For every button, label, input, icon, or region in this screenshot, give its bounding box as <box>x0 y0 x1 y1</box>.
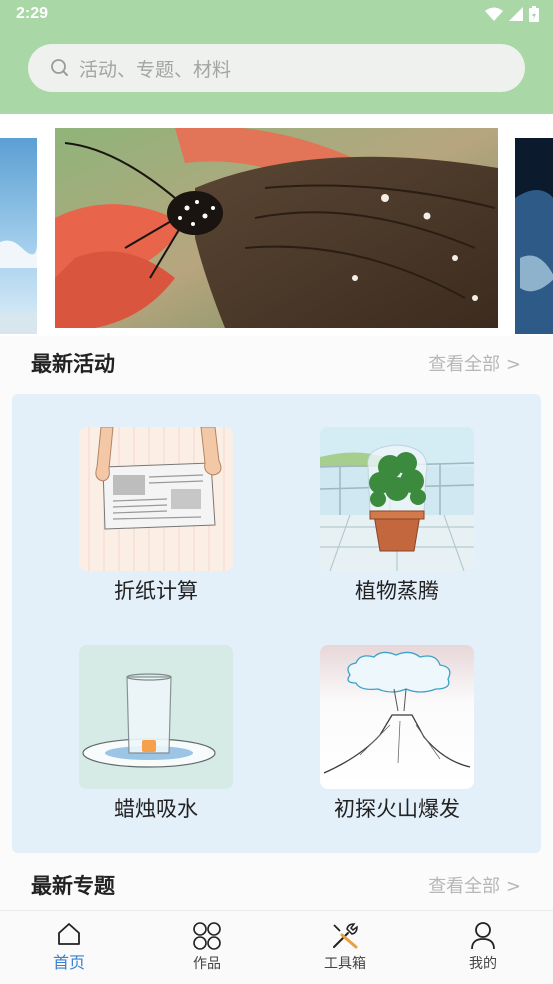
activity-label: 折纸计算 <box>114 579 198 603</box>
banner-carousel[interactable] <box>0 114 553 336</box>
volcano-illustration <box>320 645 474 789</box>
activity-card[interactable]: 植物蒸腾 <box>320 427 474 605</box>
tools-icon <box>333 923 358 949</box>
banner-slide-sky[interactable] <box>0 138 37 334</box>
wifi-icon <box>485 7 503 21</box>
status-bar: 2:29 <box>0 0 553 30</box>
nav-works[interactable]: 作品 <box>167 921 247 973</box>
status-icons <box>485 6 539 22</box>
nav-home[interactable]: 首页 <box>29 921 109 973</box>
nav-label: 工具箱 <box>324 956 366 972</box>
activity-label: 蜡烛吸水 <box>114 797 198 821</box>
view-all-topics-link[interactable]: 查看全部 > <box>428 872 521 898</box>
activity-label: 植物蒸腾 <box>355 579 439 603</box>
battery-icon <box>529 6 539 22</box>
activity-card[interactable]: 初探火山爆发 <box>320 645 474 823</box>
banner-slide-earth[interactable] <box>515 138 553 334</box>
bottom-nav: 首页 作品 工具箱 我的 <box>0 910 553 984</box>
grid-icon <box>193 922 221 950</box>
search-input[interactable]: 活动、专题、材料 <box>28 44 525 92</box>
activities-panel: 折纸计算 植物蒸腾 蜡烛吸水 初探火山爆发 <box>12 394 541 853</box>
view-all-activities-link[interactable]: 查看全部 > <box>428 350 521 376</box>
nav-label: 首页 <box>52 953 85 972</box>
search-placeholder: 活动、专题、材料 <box>79 58 232 81</box>
activity-card[interactable]: 蜡烛吸水 <box>79 645 233 823</box>
nav-profile[interactable]: 我的 <box>443 921 523 973</box>
nav-label: 作品 <box>193 956 221 972</box>
newspaper-illustration <box>79 427 233 571</box>
header: 2:29 活动、专题、材料 <box>0 0 553 114</box>
nav-label: 我的 <box>469 956 497 972</box>
latest-activities-header: 最新活动 查看全部 > <box>0 336 553 386</box>
section-title: 最新专题 <box>31 874 115 898</box>
latest-topics-header: 最新专题 查看全部 > <box>0 858 553 908</box>
person-icon <box>471 922 495 950</box>
activity-card[interactable]: 折纸计算 <box>79 427 233 605</box>
candle-glass-illustration <box>79 645 233 789</box>
status-time: 2:29 <box>16 5 49 22</box>
banner-slide-butterfly[interactable] <box>55 128 498 328</box>
signal-icon <box>509 7 523 21</box>
section-title: 最新活动 <box>31 352 115 376</box>
home-icon <box>58 923 80 945</box>
potted-plant-illustration <box>320 427 474 571</box>
nav-toolbox[interactable]: 工具箱 <box>305 921 385 973</box>
activity-label: 初探火山爆发 <box>334 797 460 821</box>
search-icon <box>51 59 68 76</box>
